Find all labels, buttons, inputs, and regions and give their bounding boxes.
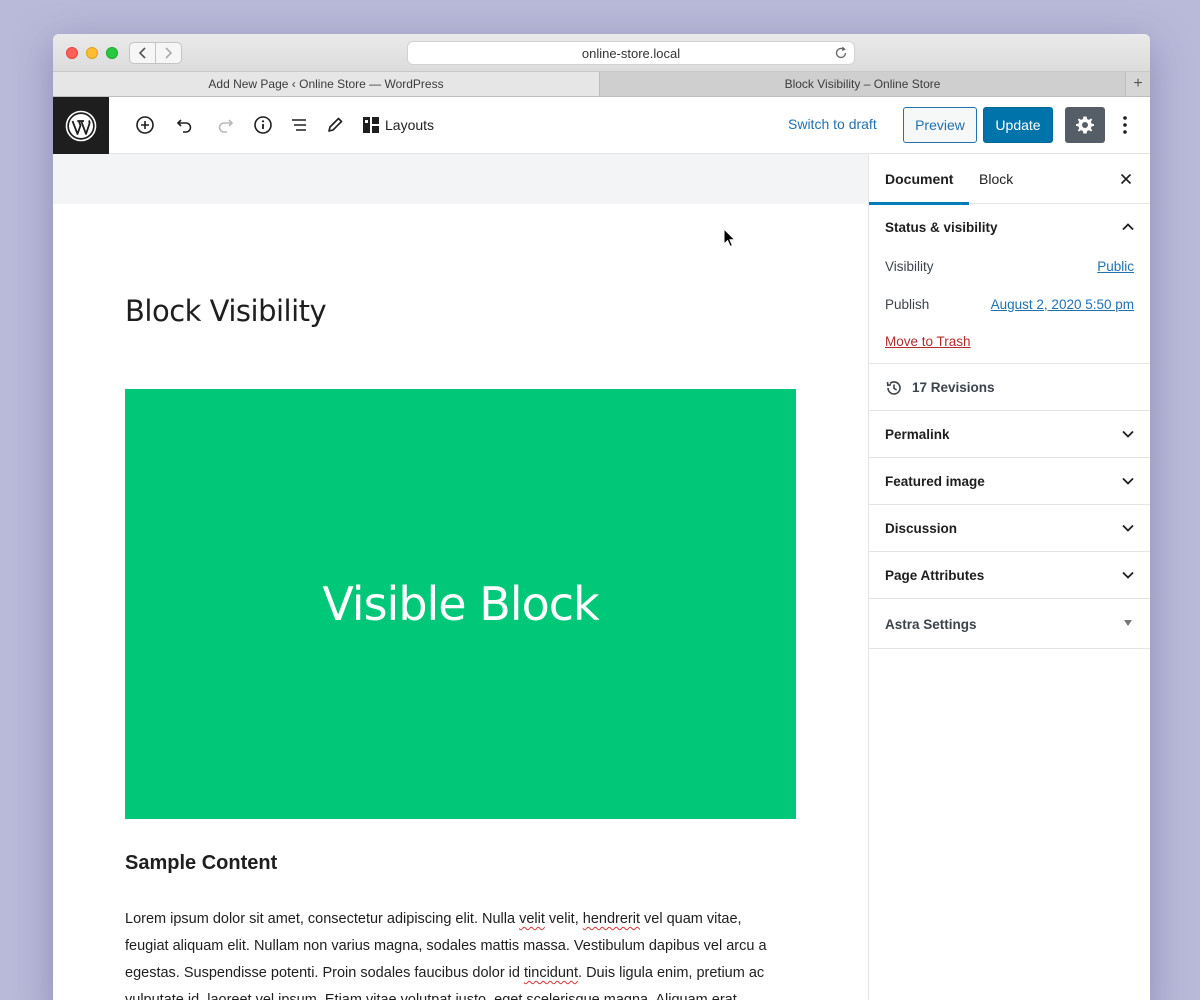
permalink-panel[interactable]: Permalink (869, 411, 1150, 458)
revisions-link[interactable]: 17 Revisions (885, 364, 995, 411)
revisions-label: 17 Revisions (912, 380, 995, 395)
chevron-down-icon[interactable] (1120, 567, 1136, 583)
add-block-button[interactable] (134, 114, 156, 136)
publish-label: Publish (885, 297, 930, 312)
layouts-icon (363, 117, 379, 133)
paragraph-text: Lorem ipsum dolor sit amet, consectetur … (125, 911, 520, 927)
astra-settings-panel[interactable]: Astra Settings (869, 599, 1150, 649)
new-tab-button[interactable]: + (1125, 72, 1150, 96)
minimize-window-button[interactable] (86, 47, 98, 59)
revisions-panel[interactable]: 17 Revisions (869, 364, 1150, 411)
maximize-window-button[interactable] (106, 47, 118, 59)
misspelled-word: hendrerit (582, 911, 640, 927)
reload-icon[interactable] (834, 46, 848, 60)
browser-window: online-store.local Add New Page ‹ Online… (53, 34, 1150, 1000)
astra-settings-toggle[interactable]: Astra Settings (885, 599, 977, 649)
edit-icon (328, 117, 343, 132)
close-icon[interactable] (1118, 171, 1134, 187)
status-visibility-panel: Status & visibility Visibility Public Pu… (869, 204, 1150, 364)
page-attributes-panel[interactable]: Page Attributes (869, 552, 1150, 599)
settings-button[interactable] (1065, 107, 1105, 143)
chevron-down-icon[interactable] (1120, 473, 1136, 489)
caret-down-icon[interactable] (1124, 620, 1132, 626)
chevron-left-icon (139, 47, 146, 59)
sidebar-tabs: Document Block (868, 154, 1150, 205)
more-options-button[interactable] (1115, 114, 1135, 136)
wordpress-logo-button[interactable] (53, 97, 109, 154)
editor-canvas: Block Visibility Visible Block Sample Co… (53, 154, 868, 1000)
layouts-button[interactable]: Layouts (362, 114, 434, 136)
mouse-pointer-icon (723, 228, 737, 248)
featured-image-toggle[interactable]: Featured image (885, 458, 985, 505)
chevron-down-icon[interactable] (1120, 426, 1136, 442)
plus-icon: + (1133, 75, 1143, 92)
url-text: online-store.local (581, 45, 681, 61)
status-visibility-toggle[interactable]: Status & visibility (885, 204, 998, 251)
close-window-button[interactable] (66, 47, 78, 59)
editor-notice-area (53, 154, 868, 204)
publish-date-link[interactable]: August 2, 2020 5:50 pm (991, 297, 1134, 312)
wordpress-icon (65, 110, 97, 141)
tools-button[interactable] (324, 114, 346, 136)
permalink-toggle[interactable]: Permalink (885, 411, 950, 458)
history-icon (886, 380, 901, 395)
tab-label: Block Visibility – Online Store (784, 77, 941, 91)
browser-tab-block-visibility[interactable]: Block Visibility – Online Store (600, 72, 1125, 96)
undo-button[interactable] (174, 114, 196, 136)
block-navigation-button[interactable] (288, 114, 310, 136)
switch-to-draft-button[interactable]: Switch to draft (788, 116, 877, 132)
misspelled-word: tincidunt (524, 965, 579, 981)
tab-label: Add New Page ‹ Online Store — WordPress (208, 77, 444, 91)
content-info-button[interactable] (252, 114, 274, 136)
content-heading[interactable]: Sample Content (125, 852, 277, 875)
content-paragraph[interactable]: Lorem ipsum dolor sit amet, consectetur … (125, 906, 785, 1000)
tab-block[interactable]: Block (979, 154, 1013, 204)
redo-icon (218, 119, 234, 133)
move-to-trash-link[interactable]: Move to Trash (885, 334, 971, 349)
back-button[interactable] (130, 43, 155, 63)
tab-document[interactable]: Document (868, 154, 971, 205)
info-icon (254, 116, 272, 134)
address-bar[interactable]: online-store.local (407, 41, 855, 65)
undo-icon (176, 119, 192, 133)
browser-tab-add-new-page[interactable]: Add New Page ‹ Online Store — WordPress (53, 72, 600, 96)
post-title[interactable]: Block Visibility (125, 294, 327, 328)
visible-block-text: Visible Block (322, 577, 599, 631)
more-vertical-icon (1123, 116, 1127, 134)
chevron-right-icon (165, 47, 173, 59)
discussion-panel[interactable]: Discussion (869, 505, 1150, 552)
chevron-up-icon[interactable] (1120, 219, 1136, 235)
gear-icon (1076, 116, 1094, 134)
visibility-label: Visibility (885, 259, 934, 274)
featured-image-panel[interactable]: Featured image (869, 458, 1150, 505)
list-view-icon (292, 119, 306, 131)
browser-titlebar: online-store.local (53, 34, 1150, 72)
forward-button[interactable] (155, 43, 181, 63)
misspelled-word: velit (519, 911, 545, 927)
browser-tabbar: Add New Page ‹ Online Store — WordPress … (53, 72, 1150, 97)
redo-button[interactable] (214, 114, 236, 136)
editor-toolbar: Layouts Switch to draft Preview Update (53, 97, 1150, 154)
update-button[interactable]: Update (983, 107, 1053, 143)
page-attributes-toggle[interactable]: Page Attributes (885, 552, 984, 599)
visible-block[interactable]: Visible Block (125, 389, 796, 819)
chevron-down-icon[interactable] (1120, 520, 1136, 536)
history-nav (129, 42, 182, 64)
settings-sidebar: Document Block Status & visibility Visib… (868, 154, 1150, 1000)
paragraph-text: velit, (544, 911, 583, 927)
visibility-value-link[interactable]: Public (1097, 259, 1134, 274)
preview-button[interactable]: Preview (903, 107, 977, 143)
add-block-icon (136, 116, 154, 134)
layouts-label: Layouts (385, 117, 435, 133)
discussion-toggle[interactable]: Discussion (885, 505, 957, 552)
